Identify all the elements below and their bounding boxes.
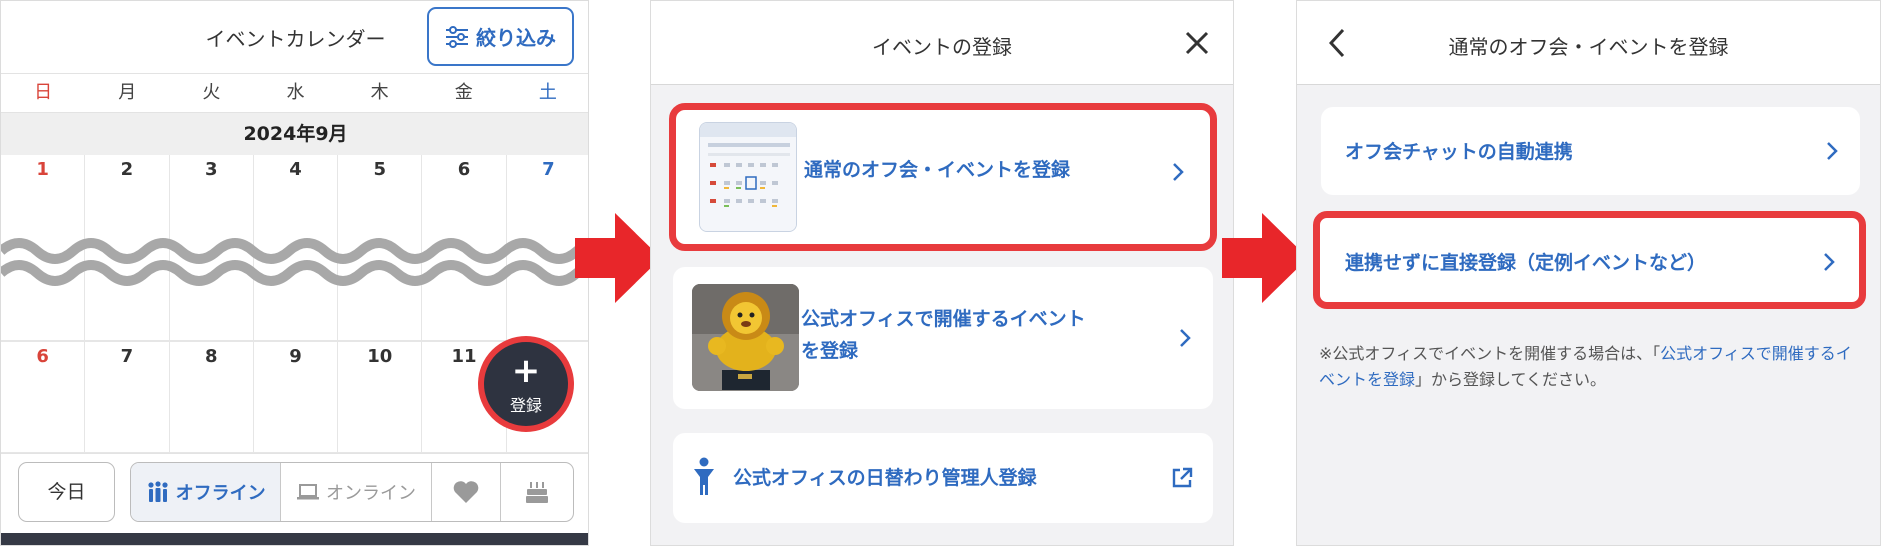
segment-online-label: オンライン xyxy=(325,483,416,504)
weekday-sun: 日 xyxy=(34,82,53,103)
option-normal-event[interactable]: 通常のオフ会・イベントを登録 xyxy=(669,103,1217,251)
normal-event-register-screen: 通常のオフ会・イベントを登録 オフ会チャットの自動連携 連携せずに直接登録（定例… xyxy=(1296,0,1881,546)
calendar-thumbnail-image xyxy=(700,123,796,231)
weekday-sat: 土 xyxy=(538,82,557,103)
option-auto-link-chat[interactable]: オフ会チャットの自動連携 xyxy=(1321,107,1860,195)
calendar-day[interactable]: 7 xyxy=(84,342,168,452)
arrow-right-icon xyxy=(575,213,661,303)
option-normal-event-label: 通常のオフ会・イベントを登録 xyxy=(804,159,1071,181)
laptop-icon xyxy=(296,484,319,500)
omission-wave xyxy=(1,238,588,286)
segment-offline[interactable]: オフライン xyxy=(131,463,281,521)
option-auto-link-chat-label: オフ会チャットの自動連携 xyxy=(1345,141,1573,163)
segment-favorites[interactable] xyxy=(430,463,501,521)
heart-icon xyxy=(453,481,479,503)
option-official-office-event[interactable]: 公式オフィスで開催するイベント を登録 xyxy=(673,267,1213,409)
option-direct-register[interactable]: 連携せずに直接登録（定例イベントなど） xyxy=(1313,211,1866,309)
filter-button[interactable]: 絞り込み xyxy=(427,7,574,66)
chevron-right-icon xyxy=(1824,253,1835,271)
register-fab-label: 登録 xyxy=(509,396,542,415)
event-register-modal: イベントの登録 通常のオフ会・イベントを登録 公式オフィスで開催するイベント を… xyxy=(650,0,1234,546)
segment-offline-label: オフライン xyxy=(175,483,266,504)
calendar-day[interactable]: 6 xyxy=(1,342,84,452)
segment-birthday[interactable] xyxy=(500,463,573,521)
weekday-header: 日 月 火 水 木 金 土 xyxy=(1,73,588,113)
birthday-cake-icon xyxy=(526,482,549,503)
calendar-day[interactable]: 9 xyxy=(252,342,337,452)
register-fab-button[interactable]: + 登録 xyxy=(478,336,574,432)
option-daily-manager-label: 公式オフィスの日替わり管理人登録 xyxy=(733,467,1037,489)
option-official-office-event-line2: を登録 xyxy=(801,340,859,362)
filter-button-label: 絞り込み xyxy=(476,26,556,50)
month-label: 2024年9月 xyxy=(1,113,588,155)
today-button[interactable]: 今日 xyxy=(18,462,115,522)
chevron-right-icon xyxy=(1173,163,1184,181)
modal-header: イベントの登録 xyxy=(651,1,1233,85)
weekday-thu: 木 xyxy=(370,82,389,103)
offline-people-icon xyxy=(148,481,168,502)
chevron-right-icon xyxy=(1180,329,1191,347)
calendar-day[interactable]: 10 xyxy=(337,342,421,452)
chevron-right-icon xyxy=(1827,142,1838,160)
screen-title: 通常のオフ会・イベントを登録 xyxy=(1448,35,1729,59)
view-segmented-control: オフライン オンライン xyxy=(130,462,574,522)
modal-title: イベントの登録 xyxy=(872,35,1012,59)
lion-statue-image xyxy=(692,284,799,391)
bottom-toolbar: 今日 オフライン オンライン xyxy=(1,453,588,533)
option-official-office-event-line1: 公式オフィスで開催するイベント xyxy=(801,308,1086,330)
plus-icon: + xyxy=(511,351,541,391)
bottom-bar xyxy=(1,533,588,545)
external-link-icon xyxy=(1172,467,1193,488)
close-icon[interactable] xyxy=(1184,30,1210,56)
segment-online[interactable]: オンライン xyxy=(280,463,430,521)
option-direct-register-label: 連携せずに直接登録（定例イベントなど） xyxy=(1345,252,1707,274)
info-note-suffix: 」から登録してください。 xyxy=(1415,370,1607,389)
filter-icon xyxy=(446,25,468,48)
screen-header: 通常のオフ会・イベントを登録 xyxy=(1297,1,1880,85)
calendar-thumbnail xyxy=(699,122,797,232)
option-official-office-event-label: 公式オフィスで開催するイベント を登録 xyxy=(801,303,1086,367)
calendar-day[interactable]: 8 xyxy=(168,342,253,452)
person-icon xyxy=(694,457,714,495)
calendar-screen: イベントカレンダー 絞り込み 日 月 火 水 木 金 土 2024年9月 1 2… xyxy=(0,0,589,546)
option-daily-manager[interactable]: 公式オフィスの日替わり管理人登録 xyxy=(673,433,1213,523)
info-note: ※公式オフィスでイベントを開催する場合は、「公式オフィスで開催するイベントを登録… xyxy=(1319,341,1864,393)
calendar-header: イベントカレンダー 絞り込み xyxy=(1,1,588,73)
weekday-mon: 月 xyxy=(118,82,137,103)
weekday-fri: 金 xyxy=(454,82,473,103)
info-note-prefix: ※公式オフィスでイベントを開催する場合は、「 xyxy=(1319,344,1661,363)
weekday-tue: 火 xyxy=(202,82,221,103)
weekday-wed: 水 xyxy=(286,82,305,103)
lion-statue-image-art xyxy=(692,284,799,391)
